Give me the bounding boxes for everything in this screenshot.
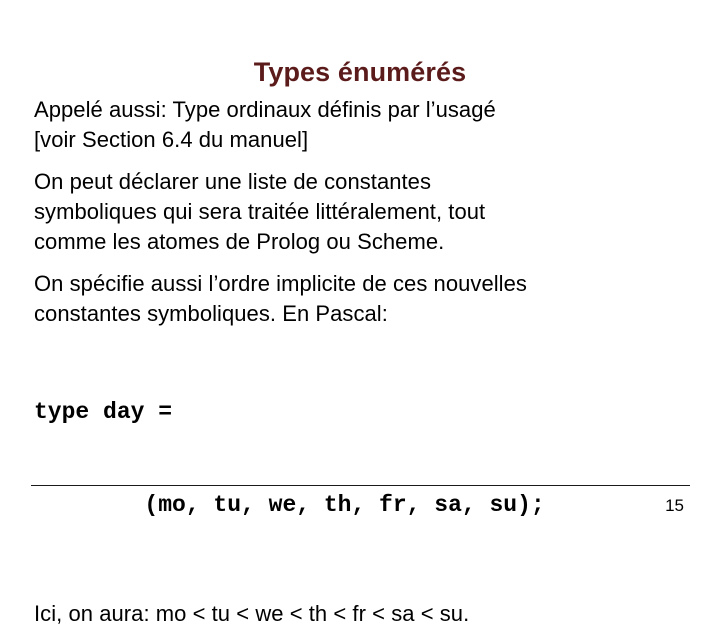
footer-divider	[31, 485, 690, 486]
slide-body: Appelé aussi: Type ordinaux définis par …	[34, 95, 686, 629]
paragraph-line: symboliques qui sera traitée littéraleme…	[34, 199, 486, 224]
paragraph-definition: Appelé aussi: Type ordinaux définis par …	[34, 95, 686, 155]
page-number: 15	[665, 496, 684, 515]
code-line: type day =	[34, 399, 173, 425]
paragraph-line: On peut déclarer une liste de constantes	[34, 169, 432, 194]
paragraph-line: Appelé aussi: Type ordinaux définis par …	[34, 97, 496, 122]
paragraph-line: On spécifie aussi l’ordre implicite de c…	[34, 271, 527, 296]
paragraph-line: [voir Section 6.4 du manuel]	[34, 127, 309, 152]
page-title: Types énumérés	[253, 57, 467, 88]
paragraph-line: comme les atomes de Prolog ou Scheme.	[34, 229, 445, 254]
paragraph-declaration: On peut déclarer une liste de constantes…	[34, 167, 686, 257]
paragraph-ordering: On spécifie aussi l’ordre implicite de c…	[34, 269, 686, 329]
paragraph-line: Ici, on aura: mo < tu < we < th < fr < s…	[34, 601, 470, 626]
slide: Types énumérés Appelé aussi: Type ordina…	[0, 0, 720, 626]
paragraph-line: constantes symboliques. En Pascal:	[34, 301, 388, 326]
code-block-pascal: type day = (mo, tu, we, th, fr, sa, su);	[34, 335, 686, 583]
paragraph-ordering-result: Ici, on aura: mo < tu < we < th < fr < s…	[34, 599, 686, 629]
